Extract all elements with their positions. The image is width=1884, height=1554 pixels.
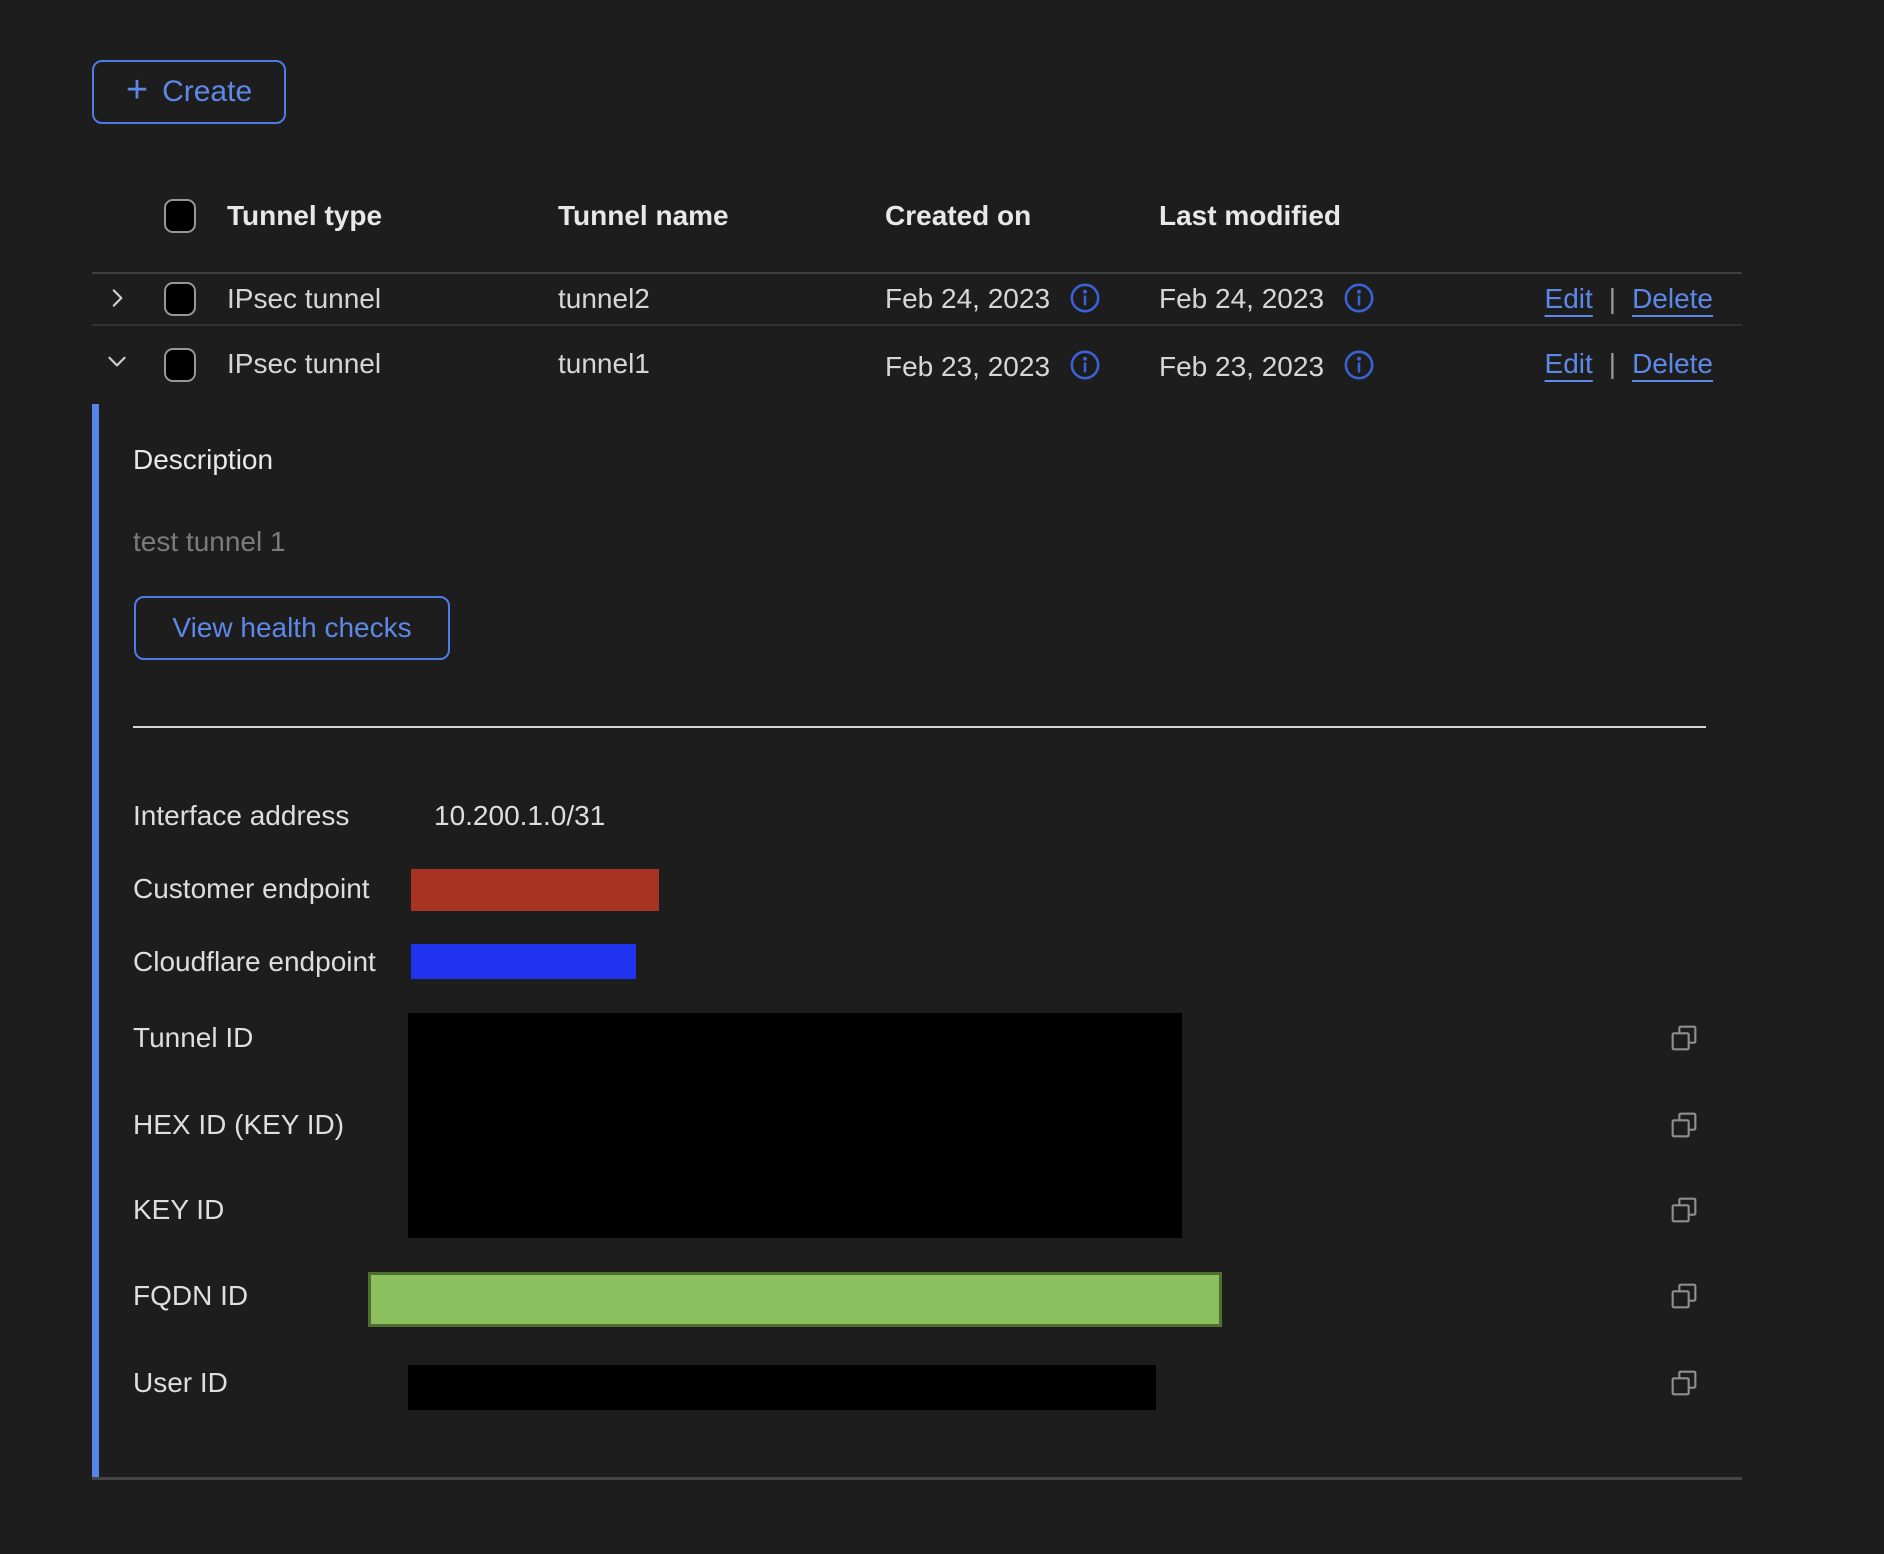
tunnels-table: Tunnel type Tunnel name Created on Last … (92, 160, 1742, 408)
action-separator: | (1609, 348, 1616, 380)
chevron-right-icon (104, 285, 130, 314)
header-last-modified: Last modified (1159, 200, 1459, 232)
customer-endpoint-redaction (411, 869, 659, 911)
tunnel-name-cell: tunnel2 (558, 283, 885, 315)
edit-link[interactable]: Edit (1545, 348, 1593, 380)
tunnel-detail-panel: Description test tunnel 1 View health ch… (92, 404, 1749, 1477)
interface-address-label: Interface address (133, 800, 349, 832)
cloudflare-endpoint-redaction (411, 944, 636, 979)
last-modified-cell: Feb 23, 2023 (1159, 351, 1324, 383)
fqdn-id-label: FQDN ID (133, 1280, 248, 1312)
table-header-row: Tunnel type Tunnel name Created on Last … (92, 160, 1742, 274)
copy-fqdn-id-button[interactable] (1668, 1280, 1700, 1315)
created-info-button[interactable] (1068, 281, 1102, 318)
row-checkbox[interactable] (164, 282, 196, 316)
ids-redaction (408, 1013, 1182, 1238)
collapse-row-button[interactable] (104, 348, 130, 377)
copy-icon (1668, 1280, 1700, 1315)
info-icon (1342, 281, 1376, 318)
fqdn-id-redaction (368, 1272, 1222, 1327)
copy-key-id-button[interactable] (1668, 1194, 1700, 1229)
tunnel-type-cell: IPsec tunnel (227, 283, 558, 315)
tunnels-page: + Create Tunnel type Tunnel name Created… (0, 0, 1884, 1554)
key-id-label: KEY ID (133, 1194, 224, 1226)
customer-endpoint-label: Customer endpoint (133, 873, 370, 905)
created-info-button[interactable] (1068, 348, 1102, 385)
table-bottom-divider (92, 1477, 1742, 1480)
tunnel-name-cell: tunnel1 (558, 348, 885, 380)
hex-id-label: HEX ID (KEY ID) (133, 1109, 344, 1141)
interface-address-value: 10.200.1.0/31 (434, 800, 605, 832)
plus-icon: + (126, 71, 148, 109)
modified-info-button[interactable] (1342, 281, 1376, 318)
section-divider (133, 726, 1706, 728)
action-separator: | (1609, 283, 1616, 315)
info-icon (1342, 348, 1376, 385)
expand-row-button[interactable] (104, 285, 130, 314)
delete-link[interactable]: Delete (1632, 283, 1713, 315)
row-checkbox[interactable] (164, 348, 196, 382)
user-id-label: User ID (133, 1367, 228, 1399)
header-tunnel-type: Tunnel type (227, 200, 558, 232)
copy-icon (1668, 1022, 1700, 1057)
copy-tunnel-id-button[interactable] (1668, 1022, 1700, 1057)
create-button[interactable]: + Create (92, 60, 286, 124)
tunnel-id-label: Tunnel ID (133, 1022, 253, 1054)
select-all-checkbox[interactable] (164, 199, 196, 233)
header-tunnel-name: Tunnel name (558, 200, 885, 232)
copy-icon (1668, 1367, 1700, 1402)
description-label: Description (133, 444, 273, 476)
copy-user-id-button[interactable] (1668, 1367, 1700, 1402)
info-icon (1068, 348, 1102, 385)
description-value: test tunnel 1 (133, 526, 286, 558)
user-id-redaction (408, 1365, 1156, 1410)
view-health-checks-button[interactable]: View health checks (134, 596, 450, 660)
tunnel-type-cell: IPsec tunnel (227, 348, 558, 380)
copy-icon (1668, 1194, 1700, 1229)
info-icon (1068, 281, 1102, 318)
header-created-on: Created on (885, 200, 1159, 232)
table-row: IPsec tunnel tunnel2 Feb 24, 2023 Feb 24… (92, 274, 1742, 326)
chevron-down-icon (104, 348, 130, 377)
create-button-label: Create (162, 75, 252, 109)
copy-hex-id-button[interactable] (1668, 1109, 1700, 1144)
delete-link[interactable]: Delete (1632, 348, 1713, 380)
modified-info-button[interactable] (1342, 348, 1376, 385)
last-modified-cell: Feb 24, 2023 (1159, 283, 1324, 315)
edit-link[interactable]: Edit (1545, 283, 1593, 315)
created-on-cell: Feb 23, 2023 (885, 351, 1050, 383)
copy-icon (1668, 1109, 1700, 1144)
created-on-cell: Feb 24, 2023 (885, 283, 1050, 315)
table-row: IPsec tunnel tunnel1 Feb 23, 2023 Feb 23… (92, 326, 1742, 408)
cloudflare-endpoint-label: Cloudflare endpoint (133, 946, 376, 978)
